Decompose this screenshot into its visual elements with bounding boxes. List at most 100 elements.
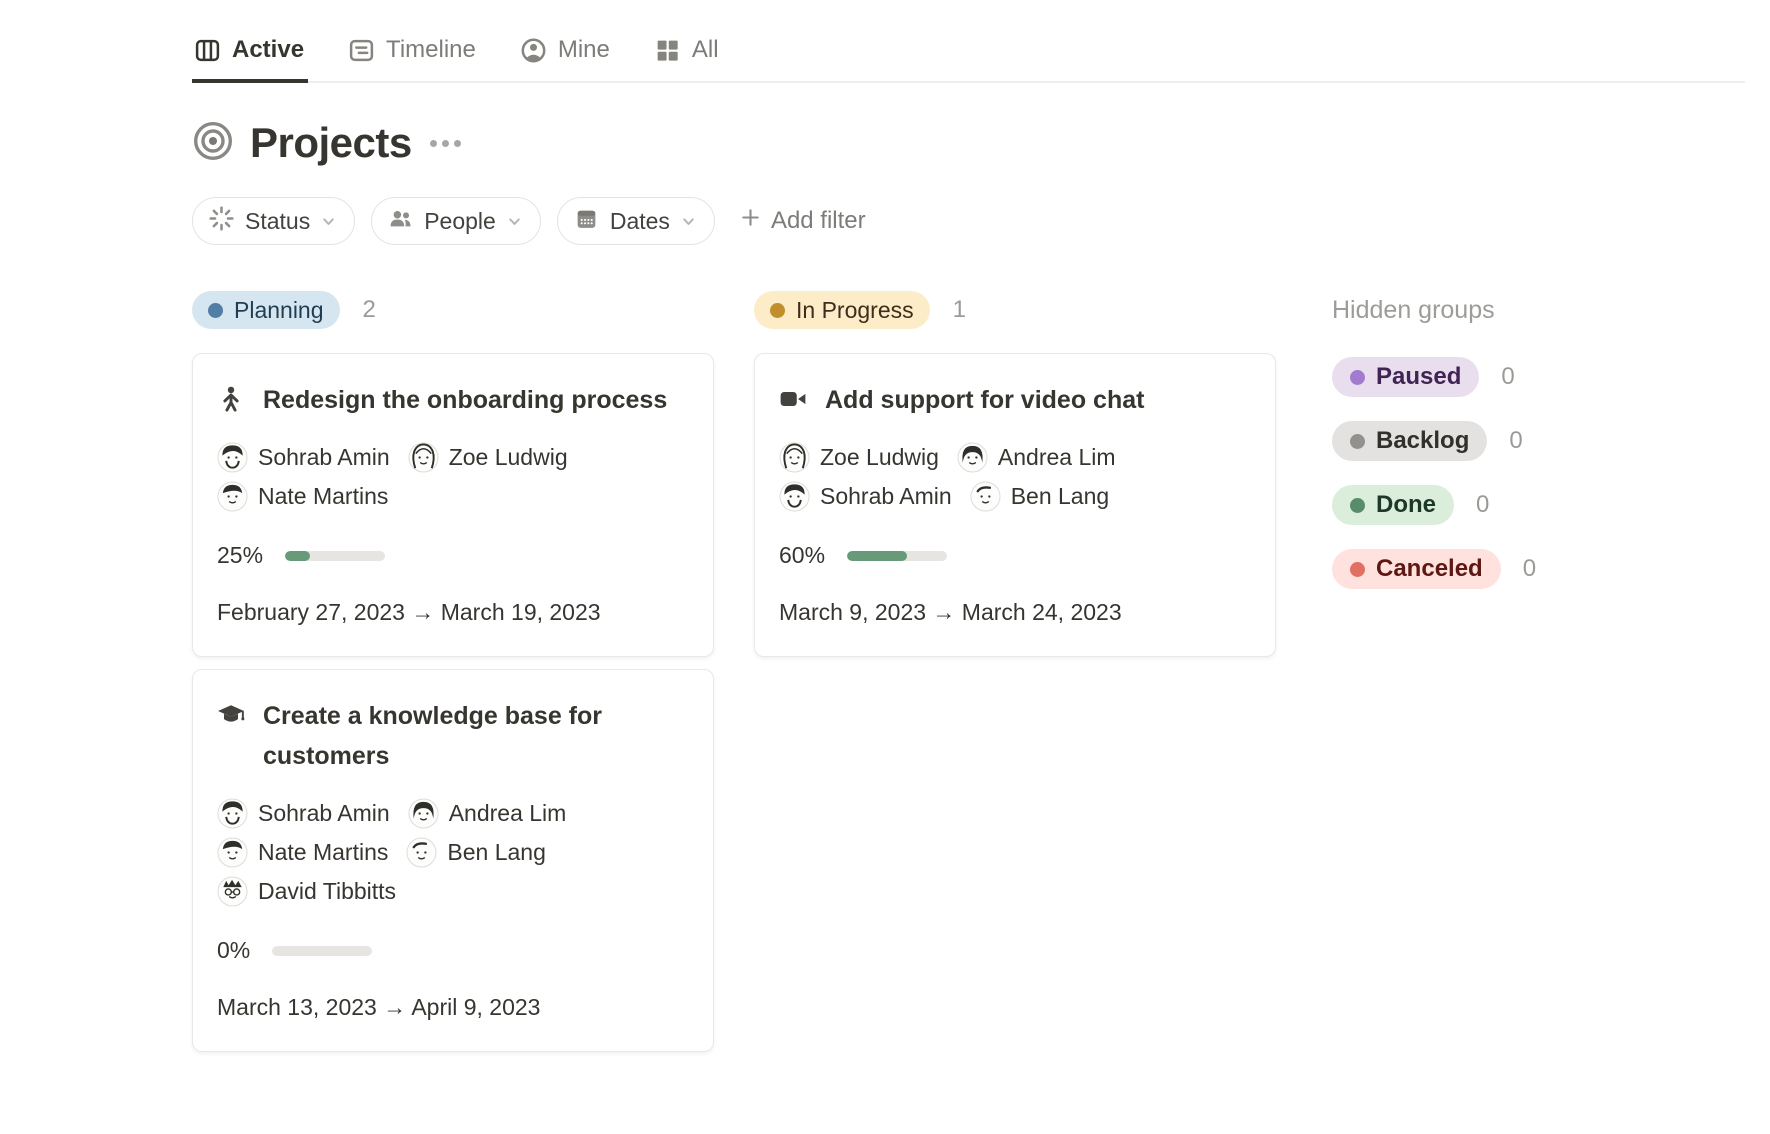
timeline-view-icon	[348, 37, 375, 64]
card-people-list: Sohrab Amin Andrea Lim Nate Martins Ben Lan…	[217, 796, 657, 909]
hidden-group-done: Done 0	[1332, 485, 1536, 525]
tab-label: All	[692, 36, 719, 64]
filter-label: Dates	[610, 208, 670, 235]
progress-bar-track	[847, 551, 947, 561]
chevron-down-icon	[507, 208, 522, 235]
chevron-down-icon	[681, 208, 696, 235]
project-card[interactable]: Redesign the onboarding process Sohrab Am…	[192, 353, 714, 657]
status-dot	[1350, 562, 1365, 577]
person-chip[interactable]: Sohrab Amin	[779, 479, 952, 514]
calendar-icon	[574, 206, 599, 237]
avatar-man-plain	[406, 837, 437, 868]
avatar-man-beard	[217, 798, 248, 829]
person-chip[interactable]: Zoe Ludwig	[408, 440, 568, 475]
person-chip[interactable]: David Tibbitts	[217, 874, 396, 909]
target-icon	[192, 120, 234, 167]
project-card[interactable]: Create a knowledge base for customers Soh…	[192, 669, 714, 1052]
status-dot	[770, 303, 785, 318]
person-circle-icon	[520, 37, 547, 64]
person-chip[interactable]: Ben Lang	[970, 479, 1109, 514]
filter-label: People	[424, 208, 496, 235]
column-header: Planning2	[192, 291, 714, 329]
progress-percent-label: 25%	[217, 542, 263, 569]
filter-bar: Status People Dates Add filter	[192, 197, 1770, 245]
card-title: Create a knowledge base for customers	[263, 696, 689, 776]
person-chip[interactable]: Zoe Ludwig	[779, 440, 939, 475]
status-dot	[208, 303, 223, 318]
tab-label: Timeline	[386, 36, 476, 64]
tab-all[interactable]: All	[652, 30, 723, 83]
status-group-pill[interactable]: Canceled	[1332, 549, 1501, 589]
group-name: Done	[1376, 491, 1436, 519]
card-people-list: Sohrab Amin Zoe Ludwig Nate Martins	[217, 440, 657, 514]
add-filter-button[interactable]: Add filter	[739, 206, 866, 236]
avatar-woman-long-hair	[408, 442, 439, 473]
person-chip[interactable]: Nate Martins	[217, 479, 388, 514]
card-title: Add support for video chat	[825, 380, 1144, 420]
hidden-group-canceled: Canceled 0	[1332, 549, 1536, 589]
tab-timeline[interactable]: Timeline	[346, 30, 480, 83]
person-chip[interactable]: Andrea Lim	[957, 440, 1116, 475]
page-title-row: Projects	[192, 119, 1770, 167]
avatar-man-plain	[970, 481, 1001, 512]
person-chip[interactable]: Andrea Lim	[408, 796, 567, 831]
group-name: Paused	[1376, 363, 1461, 391]
status-group-pill[interactable]: Done	[1332, 485, 1454, 525]
add-filter-label: Add filter	[771, 207, 866, 235]
person-name: Sohrab Amin	[820, 483, 952, 510]
status-dot	[1350, 434, 1365, 449]
board-column-in-progress: In Progress1Add support for video chatZo…	[754, 291, 1276, 657]
more-options-button[interactable]	[430, 140, 461, 147]
status-dot	[1350, 370, 1365, 385]
column-name: In Progress	[796, 297, 914, 324]
status-group-pill[interactable]: Backlog	[1332, 421, 1487, 461]
person-name: Andrea Lim	[998, 444, 1116, 471]
hidden-group-backlog: Backlog 0	[1332, 421, 1536, 461]
person-name: Ben Lang	[1011, 483, 1109, 510]
column-cards: Add support for video chat Zoe Ludwig Andr…	[754, 353, 1276, 657]
video-camera-icon	[779, 385, 807, 413]
hidden-groups-section: Hidden groups Paused0Backlog0Done0Cancel…	[1332, 291, 1536, 613]
person-chip[interactable]: Sohrab Amin	[217, 440, 390, 475]
progress-bar-fill	[285, 551, 310, 561]
avatar-man-short-hair	[217, 481, 248, 512]
hidden-groups-heading: Hidden groups	[1332, 291, 1536, 329]
filter-label: Status	[245, 208, 310, 235]
tab-label: Mine	[558, 36, 610, 64]
filter-status-button[interactable]: Status	[192, 197, 355, 245]
filter-dates-button[interactable]: Dates	[557, 197, 715, 245]
person-name: Nate Martins	[258, 839, 388, 866]
group-count: 0	[1523, 555, 1536, 583]
card-date-range: February 27, 2023 → March 19, 2023	[217, 599, 689, 626]
status-burst-icon	[209, 206, 234, 237]
people-icon	[388, 206, 413, 237]
tab-active[interactable]: Active	[192, 30, 308, 83]
card-title-row: Redesign the onboarding process	[217, 380, 689, 420]
tab-mine[interactable]: Mine	[518, 30, 614, 83]
graduation-cap-icon	[217, 701, 245, 729]
progress-percent-label: 0%	[217, 937, 250, 964]
kanban-board: Planning2 Redesign the onboarding process…	[192, 291, 1770, 1052]
filter-people-button[interactable]: People	[371, 197, 541, 245]
group-count: 0	[1509, 427, 1522, 455]
person-name: David Tibbitts	[258, 878, 396, 905]
group-count: 0	[1476, 491, 1489, 519]
project-card[interactable]: Add support for video chat Zoe Ludwig Andr…	[754, 353, 1276, 657]
column-cards: Redesign the onboarding process Sohrab Am…	[192, 353, 714, 1052]
person-name: Andrea Lim	[449, 800, 567, 827]
person-name: Sohrab Amin	[258, 444, 390, 471]
page-title: Projects	[250, 119, 412, 167]
person-chip[interactable]: Ben Lang	[406, 835, 545, 870]
avatar-woman-long-hair	[779, 442, 810, 473]
group-count: 0	[1501, 363, 1514, 391]
card-title-row: Add support for video chat	[779, 380, 1251, 420]
projects-board-page: Active Timeline Mine All Projects Status Peo…	[0, 0, 1770, 1052]
status-group-pill[interactable]: In Progress	[754, 291, 930, 329]
person-chip[interactable]: Nate Martins	[217, 835, 388, 870]
person-chip[interactable]: Sohrab Amin	[217, 796, 390, 831]
status-group-pill[interactable]: Planning	[192, 291, 340, 329]
status-dot	[1350, 498, 1365, 513]
avatar-man-beard	[779, 481, 810, 512]
status-group-pill[interactable]: Paused	[1332, 357, 1479, 397]
progress-bar-fill	[847, 551, 907, 561]
